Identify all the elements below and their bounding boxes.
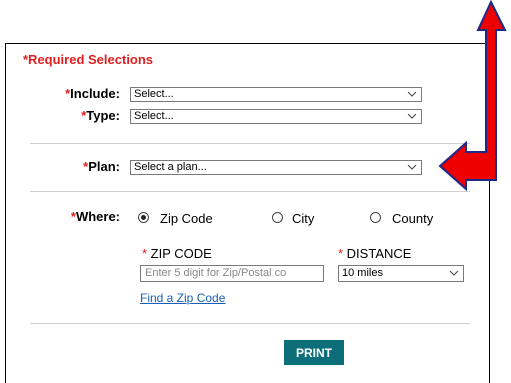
red-arrow-icon [438,0,507,192]
